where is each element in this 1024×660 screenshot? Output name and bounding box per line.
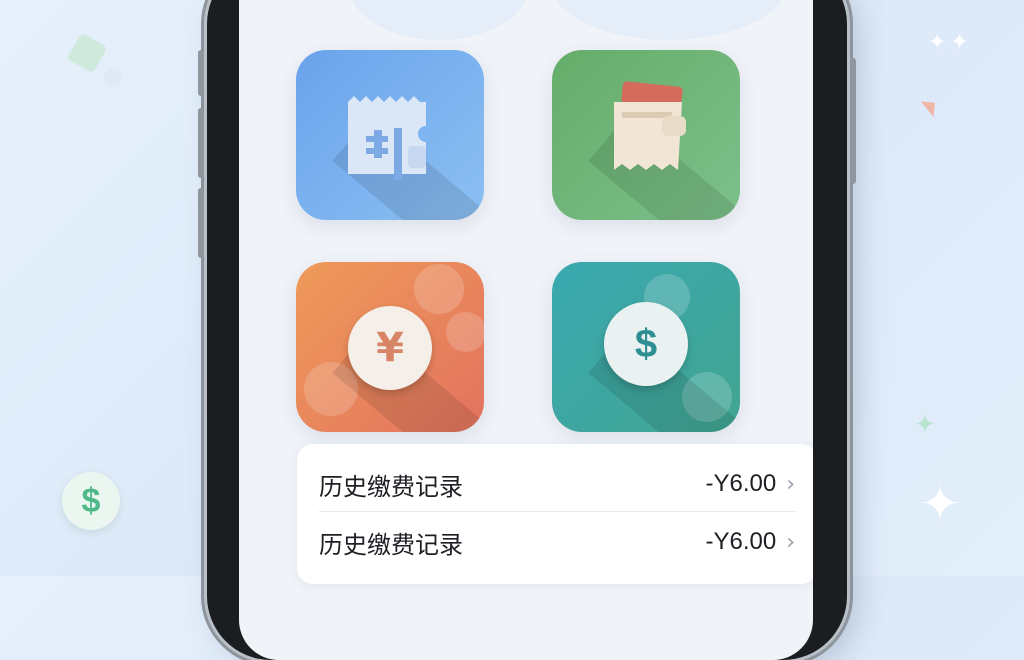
record-amount: -Y6.00	[705, 528, 777, 555]
dollar-payment-tile[interactable]: $	[552, 262, 740, 432]
record-right: -Y6.00 ›	[705, 470, 795, 498]
record-right: -Y6.00 ›	[705, 528, 795, 556]
side-button-top	[198, 50, 204, 96]
yuan-coin-icon: ¥	[348, 306, 432, 390]
scroll-bill-icon	[614, 81, 686, 170]
dollar-icon: $	[81, 481, 101, 520]
green-diamond-decoration	[66, 32, 108, 74]
chevron-right-icon: ›	[786, 471, 795, 497]
record-label: 历史缴费记录	[319, 472, 463, 501]
payment-records-card: 历史缴费记录 -Y6.00 › 历史缴费记录 -Y6.00 ›	[297, 444, 813, 584]
side-button-volume-down	[198, 188, 204, 258]
phone-mockup: ¥ $ 历史缴费记录 -Y6.00 › 历史缴费记录 -Y6.00 ›	[198, 0, 856, 660]
yuan-symbol: ¥	[376, 325, 404, 371]
record-row[interactable]: 历史缴费记录 -Y6.00 ›	[297, 512, 813, 572]
background-blob	[349, 0, 529, 40]
side-button-power	[850, 58, 856, 184]
receipt-ticket-tile[interactable]	[296, 50, 484, 220]
bubble-decoration	[446, 312, 484, 352]
dot-decoration	[104, 68, 122, 86]
background-blob	[549, 0, 789, 40]
record-amount: -Y6.00	[705, 470, 777, 497]
phone-screen: ¥ $ 历史缴费记录 -Y6.00 › 历史缴费记录 -Y6.00 ›	[239, 0, 813, 660]
sparkle-icon: ✦✦	[928, 30, 973, 55]
ticket-icon	[348, 96, 426, 180]
bill-scroll-tile[interactable]	[552, 50, 740, 220]
chevron-right-icon: ›	[786, 529, 795, 555]
star-decoration: ✦	[914, 410, 936, 440]
cursor-arrow-decoration	[920, 95, 942, 117]
bubble-decoration	[414, 264, 464, 314]
dollar-symbol: $	[634, 321, 658, 366]
dollar-coin-decoration: $	[62, 472, 120, 530]
side-button-volume-up	[198, 108, 204, 178]
sparkle-large-icon: ✦	[920, 476, 961, 532]
dollar-coin-icon: $	[604, 302, 688, 386]
yuan-payment-tile[interactable]: ¥	[296, 262, 484, 432]
record-row[interactable]: 历史缴费记录 -Y6.00 ›	[297, 454, 813, 514]
record-label: 历史缴费记录	[319, 530, 463, 559]
